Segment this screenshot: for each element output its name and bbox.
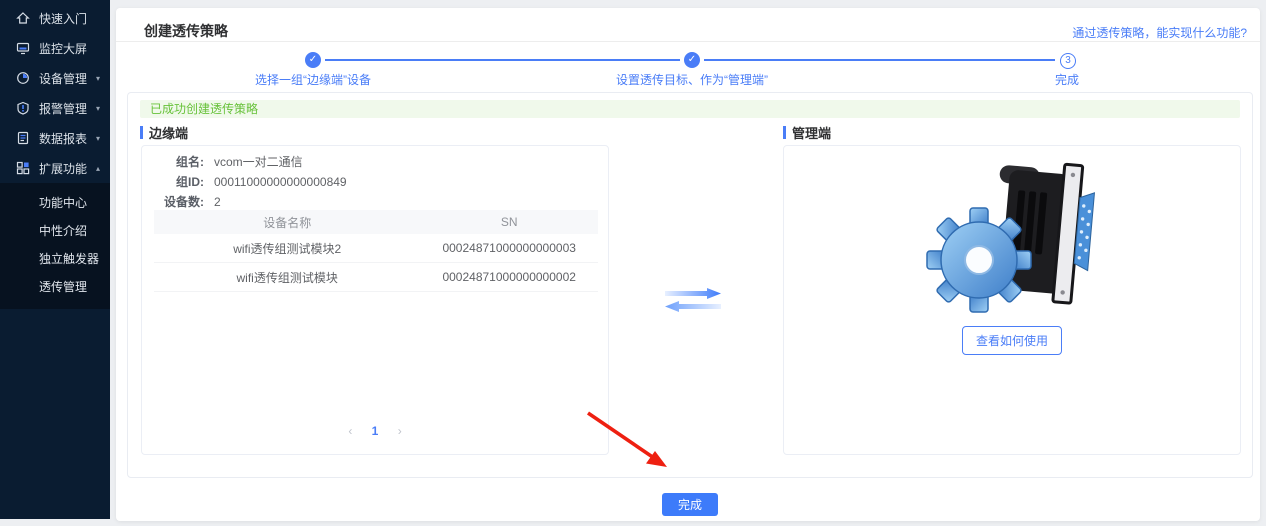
step1-label: 选择一组“边缘端”设备 bbox=[213, 71, 413, 88]
group-name-label: 组名: bbox=[142, 152, 204, 172]
view-usage-button[interactable]: 查看如何使用 bbox=[962, 326, 1062, 355]
col-header-sn: SN bbox=[420, 210, 598, 234]
section-accent-bar bbox=[783, 126, 786, 139]
chevron-up-icon: ▴ bbox=[96, 164, 100, 173]
device-sn-cell: 00024871000000000003 bbox=[420, 234, 598, 263]
pagination: ‹ 1 › bbox=[142, 424, 608, 438]
report-icon bbox=[16, 131, 30, 145]
home-icon bbox=[16, 11, 30, 25]
edge-section-title: 边缘端 bbox=[140, 123, 188, 142]
sidebar-item-quickstart[interactable]: 快速入门 bbox=[0, 3, 110, 33]
sidebar-item-reports[interactable]: 数据报表 ▾ bbox=[0, 123, 110, 153]
submenu-item-standalone-trigger[interactable]: 独立触发器 bbox=[0, 245, 110, 273]
device-count-label: 设备数: bbox=[142, 192, 204, 212]
chevron-down-icon: ▾ bbox=[96, 104, 100, 113]
device-count-value: 2 bbox=[214, 192, 221, 212]
finish-button[interactable]: 完成 bbox=[662, 493, 718, 516]
success-message: 已成功创建透传策略 bbox=[140, 100, 1240, 118]
sidebar-item-label: 扩展功能 bbox=[39, 160, 87, 177]
chevron-down-icon: ▾ bbox=[96, 74, 100, 83]
group-name-row: 组名: vcom一对二通信 bbox=[142, 152, 608, 172]
edge-group-card: 组名: vcom一对二通信 组ID: 00011000000000000849 … bbox=[141, 145, 609, 455]
col-header-device-name: 设备名称 bbox=[154, 210, 420, 234]
sidebar-submenu-extensions: 功能中心 中性介绍 独立触发器 透传管理 bbox=[0, 183, 110, 309]
monitor-icon bbox=[16, 41, 30, 55]
sidebar-item-extensions[interactable]: 扩展功能 ▴ bbox=[0, 153, 110, 183]
main-panel: 创建透传策略 通过透传策略，能实现什么功能? ✓ ✓ 3 选择一组“边缘端”设备… bbox=[116, 8, 1260, 521]
submenu-item-function-center[interactable]: 功能中心 bbox=[0, 189, 110, 217]
edge-section-label: 边缘端 bbox=[149, 123, 188, 142]
pagination-prev-icon[interactable]: ‹ bbox=[344, 424, 356, 438]
transfer-arrows-icon bbox=[665, 288, 721, 312]
chevron-down-icon: ▾ bbox=[96, 134, 100, 143]
sidebar: 快速入门 监控大屏 设备管理 ▾ 报警管理 ▾ 数据报表 ▾ 扩展功能 bbox=[0, 0, 110, 519]
step-connector bbox=[325, 59, 680, 61]
step1-check-icon: ✓ bbox=[305, 52, 321, 68]
table-header-row: 设备名称 SN bbox=[154, 210, 598, 234]
manager-section-label: 管理端 bbox=[792, 123, 831, 142]
device-name-cell: wifi透传组测试模块2 bbox=[154, 234, 420, 263]
group-id-label: 组ID: bbox=[142, 172, 204, 192]
table-row: wifi透传组测试模块2 00024871000000000003 bbox=[154, 234, 598, 263]
step2-label: 设置透传目标、作为“管理端” bbox=[572, 71, 812, 88]
help-link[interactable]: 通过透传策略，能实现什么功能? bbox=[1072, 24, 1247, 41]
device-icon bbox=[16, 71, 30, 85]
sidebar-item-label: 设备管理 bbox=[39, 70, 87, 87]
step3-number-badge: 3 bbox=[1060, 53, 1076, 69]
step2-check-icon: ✓ bbox=[684, 52, 700, 68]
sidebar-item-devices[interactable]: 设备管理 ▾ bbox=[0, 63, 110, 93]
gear-serial-port-illustration bbox=[917, 160, 1107, 323]
result-panel: 已成功创建透传策略 边缘端 管理端 组名: vcom一对二通信 组ID: 000… bbox=[127, 92, 1253, 478]
pagination-page-1[interactable]: 1 bbox=[372, 424, 379, 438]
device-count-row: 设备数: 2 bbox=[142, 192, 608, 212]
group-info: 组名: vcom一对二通信 组ID: 00011000000000000849 … bbox=[142, 146, 608, 212]
sidebar-item-label: 报警管理 bbox=[39, 100, 87, 117]
sidebar-item-monitor[interactable]: 监控大屏 bbox=[0, 33, 110, 63]
device-sn-cell: 00024871000000000002 bbox=[420, 263, 598, 292]
submenu-item-feature-intro[interactable]: 中性介绍 bbox=[0, 217, 110, 245]
pagination-next-icon[interactable]: › bbox=[394, 424, 406, 438]
section-accent-bar bbox=[140, 126, 143, 139]
manager-section-title: 管理端 bbox=[783, 123, 831, 142]
sidebar-item-label: 数据报表 bbox=[39, 130, 87, 147]
device-table: 设备名称 SN wifi透传组测试模块2 0002487100000000000… bbox=[154, 210, 598, 292]
group-name-value: vcom一对二通信 bbox=[214, 152, 303, 172]
page-title: 创建透传策略 bbox=[144, 21, 228, 41]
apps-icon bbox=[16, 161, 30, 175]
sidebar-item-label: 监控大屏 bbox=[39, 40, 87, 57]
alarm-icon bbox=[16, 101, 30, 115]
group-id-value: 00011000000000000849 bbox=[214, 172, 347, 192]
sidebar-item-alarms[interactable]: 报警管理 ▾ bbox=[0, 93, 110, 123]
manager-card: 查看如何使用 bbox=[783, 145, 1241, 455]
step-connector bbox=[704, 59, 1055, 61]
device-name-cell: wifi透传组测试模块 bbox=[154, 263, 420, 292]
step3-label: 完成 bbox=[1027, 71, 1107, 88]
submenu-item-passthrough-mgmt[interactable]: 透传管理 bbox=[0, 273, 110, 301]
table-row: wifi透传组测试模块 00024871000000000002 bbox=[154, 263, 598, 292]
group-id-row: 组ID: 00011000000000000849 bbox=[142, 172, 608, 192]
title-divider bbox=[116, 41, 1260, 42]
sidebar-item-label: 快速入门 bbox=[39, 10, 87, 27]
